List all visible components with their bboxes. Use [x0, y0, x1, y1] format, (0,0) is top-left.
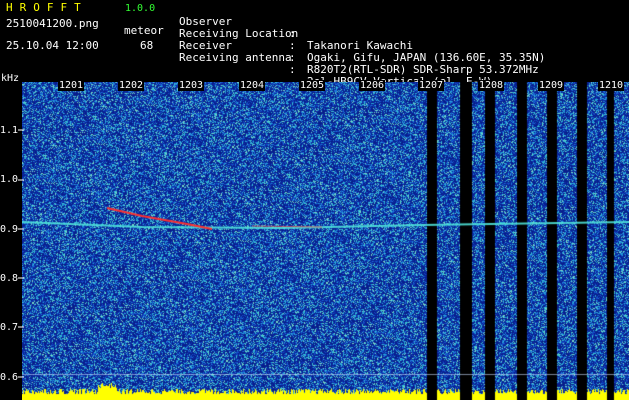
file-name: 2510041200.png	[6, 17, 99, 30]
info-observer: Observer : Takanori Kawachi	[179, 4, 413, 52]
header-panel: HROFFT 1.0.0 2510041200.png 25.10.04 12:…	[0, 0, 629, 88]
spectrogram-canvas	[22, 82, 629, 400]
time-tick-label: 1208	[478, 80, 505, 91]
info-antenna: Receiving antenna : 2el-HB9CV Vertical (…	[179, 40, 492, 88]
info-receiver: Receiver : R820T2(RTL-SDR) SDR-Sharp 53.…	[179, 28, 539, 76]
time-tick-label: 1209	[538, 80, 565, 91]
y-tick-label: 1.1	[0, 125, 19, 136]
info-key: Receiving antenna	[179, 51, 292, 64]
mode-label: meteor	[124, 24, 164, 37]
info-location: Receiving Location : Ogaki, Gifu, JAPAN …	[179, 16, 545, 64]
info-separator: :	[289, 63, 296, 76]
time-tick-label: 1206	[359, 80, 386, 91]
app-version: 1.0.0	[125, 3, 156, 14]
y-tick-label: 0.7	[0, 322, 19, 333]
time-tick-label: 1210	[598, 80, 625, 91]
y-tick-label: 0.8	[0, 273, 19, 284]
time-tick-label: 1204	[239, 80, 266, 91]
y-axis-unit: kHz	[1, 73, 20, 84]
mode-count: 68	[140, 39, 154, 52]
app-title: HROFFT	[6, 1, 88, 14]
time-tick-label: 1202	[118, 80, 145, 91]
time-tick-label: 1207	[418, 80, 445, 91]
time-tick-label: 1203	[178, 80, 205, 91]
y-tick-label: 0.9	[0, 224, 19, 235]
time-tick-label: 1201	[58, 80, 85, 91]
y-tick-label: 1.0	[0, 174, 19, 185]
time-tick-label: 1205	[299, 80, 326, 91]
y-tick-label: 0.6	[0, 372, 19, 383]
date-time: 25.10.04 12:00	[6, 39, 99, 52]
